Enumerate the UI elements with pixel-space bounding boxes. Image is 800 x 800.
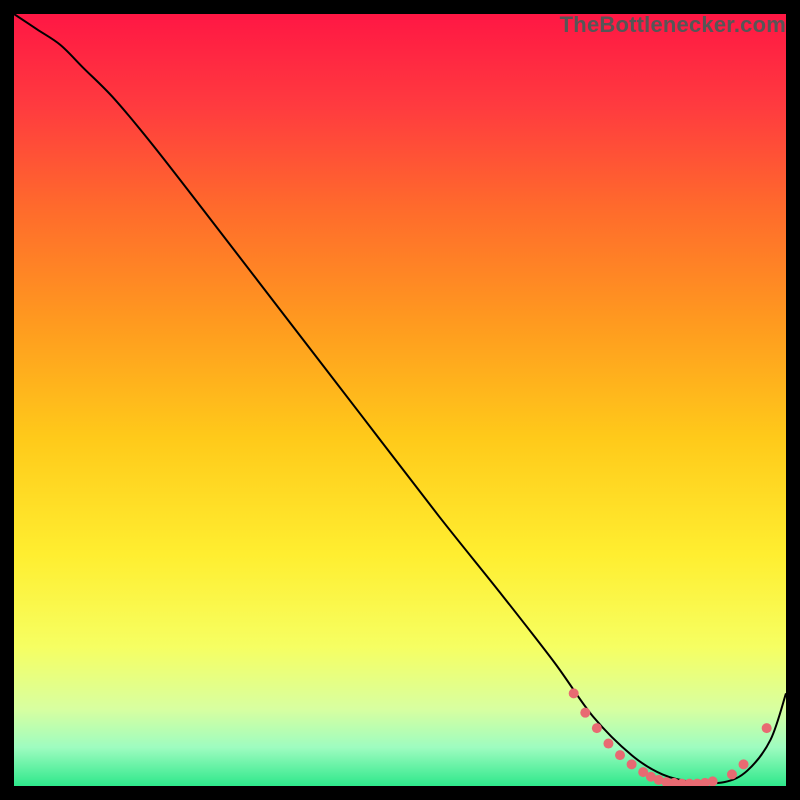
- marker-dot: [603, 739, 613, 749]
- marker-dot: [708, 776, 718, 786]
- chart-frame: TheBottlenecker.com: [14, 14, 786, 786]
- marker-dot: [627, 759, 637, 769]
- watermark-text: TheBottlenecker.com: [560, 12, 786, 38]
- marker-dot: [762, 723, 772, 733]
- chart-svg: [14, 14, 786, 786]
- marker-dot: [739, 759, 749, 769]
- marker-dot: [727, 769, 737, 779]
- marker-dot: [580, 708, 590, 718]
- marker-dot: [569, 688, 579, 698]
- marker-dot: [592, 723, 602, 733]
- marker-dot: [615, 750, 625, 760]
- chart-background: [14, 14, 786, 786]
